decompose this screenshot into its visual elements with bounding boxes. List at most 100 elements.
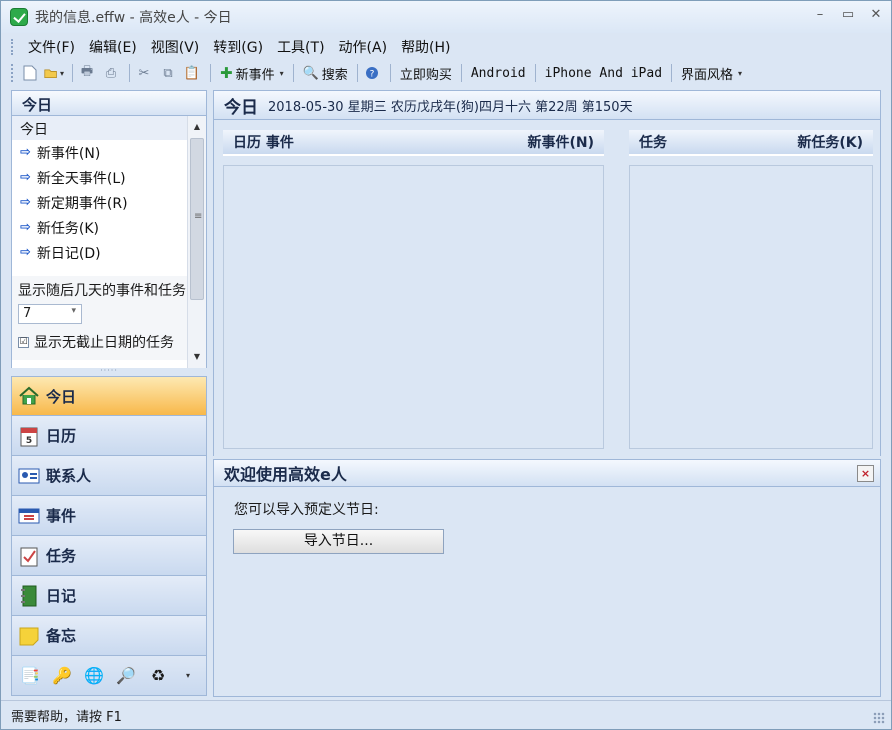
link-new-all-day-event[interactable]: ⇨ 新全天事件(L) [12, 165, 206, 190]
toolbar-grip[interactable] [11, 64, 14, 82]
nav-quick-tray: 📑 🔑 🌐 🔎 ♻ ▾ [11, 656, 207, 696]
contacts-icon [18, 465, 40, 487]
print-preview-icon[interactable]: ⎙ [101, 63, 121, 83]
close-welcome-button[interactable]: × [857, 465, 874, 482]
open-folder-icon[interactable]: ▾ [44, 63, 64, 83]
menu-view[interactable]: 视图(V) [145, 37, 206, 57]
resize-grip[interactable] [873, 712, 885, 724]
scroll-thumb[interactable] [190, 138, 204, 300]
chevron-down-icon: ▾ [279, 68, 284, 78]
chevron-down-icon: ▾ [738, 68, 743, 78]
recycle-icon[interactable]: ♻ [146, 664, 170, 688]
display-options: 显示随后几天的事件和任务 7 ☑ 显示无截止日期的任务 [12, 276, 206, 360]
cut-icon[interactable]: ✂ [134, 63, 154, 83]
scroll-up-icon[interactable]: ▲ [188, 118, 206, 136]
new-file-icon[interactable] [20, 63, 40, 83]
link-new-recurring-event[interactable]: ⇨ 新定期事件(R) [12, 190, 206, 215]
clipboard-icon[interactable]: 📑 [18, 664, 42, 688]
chevron-down-icon[interactable]: ▾ [186, 671, 190, 680]
search-button[interactable]: 🔍 搜索 [298, 64, 353, 83]
tasks-box [629, 165, 873, 449]
title-bar: 我的信息.effw - 高效e人 - 今日 – ▭ ✕ [1, 1, 891, 33]
page-title: 今日 [224, 97, 258, 118]
new-event-button[interactable]: ✚ 新事件 ▾ [215, 64, 289, 83]
maximize-button[interactable]: ▭ [841, 7, 855, 23]
panel-splitter[interactable]: ····· [11, 367, 207, 376]
minimize-button[interactable]: – [813, 7, 827, 23]
svg-text:?: ? [369, 70, 374, 80]
memo-icon [18, 625, 40, 647]
days-label: 显示随后几天的事件和任务 [18, 283, 186, 299]
copy-icon[interactable]: ⧉ [158, 63, 178, 83]
left-scrollbar[interactable]: ▲ ▼ [187, 116, 206, 368]
app-window: 我的信息.effw - 高效e人 - 今日 – ▭ ✕ 文件(F) 编辑(E) … [0, 0, 892, 730]
key-icon[interactable]: 🔑 [50, 664, 74, 688]
iphone-ipad-button[interactable]: iPhone And iPad [540, 66, 667, 81]
import-prompt: 您可以导入预定义节日: [234, 502, 379, 518]
show-undated-row[interactable]: ☑ 显示无截止日期的任务 [12, 332, 188, 352]
days-select[interactable]: 7 [18, 304, 82, 324]
menu-file[interactable]: 文件(F) [22, 37, 81, 57]
nav-calendar[interactable]: 5 日历 [11, 416, 207, 456]
arrow-right-icon: ⇨ [20, 245, 31, 260]
list-item-today[interactable]: 今日 [12, 116, 206, 140]
task-section-header: 任务 新任务(K) [629, 130, 873, 156]
plus-icon: ✚ [220, 64, 233, 82]
left-task-list: 今日 ⇨ 新事件(N) ⇨ 新全天事件(L) ⇨ 新定期事件(R) ⇨ 新任务(K) ⇨… [11, 116, 207, 368]
android-button[interactable]: Android [466, 66, 531, 81]
link-new-event[interactable]: ⇨ 新事件(N) [12, 140, 206, 165]
task-section-title: 任务 [639, 135, 667, 151]
left-panel-header: 今日 [11, 90, 207, 116]
tasks-icon [18, 545, 40, 567]
skin-button[interactable]: 界面风格 ▾ [676, 64, 747, 83]
calendar-icon: 5 [18, 425, 40, 447]
search-icon: 🔍 [302, 65, 319, 81]
close-window-button[interactable]: ✕ [869, 7, 883, 23]
import-holidays-button[interactable]: 导入节日... [233, 529, 444, 554]
welcome-title: 欢迎使用高效e人 [224, 465, 347, 484]
diary-icon [18, 585, 40, 607]
toolbar: ▾ 🖶 ⎙ ✂ ⧉ 📋 ✚ 新事件 ▾ 🔍 搜索 ? 立即购买 Android … [1, 60, 891, 86]
menu-actions[interactable]: 动作(A) [333, 37, 394, 57]
status-bar: 需要帮助，请按 F1 [1, 700, 891, 729]
new-task-link[interactable]: 新任务(K) [797, 132, 863, 152]
arrow-right-icon: ⇨ [20, 145, 31, 160]
link-new-task[interactable]: ⇨ 新任务(K) [12, 215, 206, 240]
window-controls: – ▭ ✕ [813, 7, 883, 23]
nav-diary[interactable]: 日记 [11, 576, 207, 616]
paste-icon[interactable]: 📋 [182, 63, 202, 83]
menu-tools[interactable]: 工具(T) [271, 37, 330, 57]
nav-tasks[interactable]: 任务 [11, 536, 207, 576]
help-icon[interactable]: ? [362, 63, 382, 83]
show-undated-checkbox[interactable]: ☑ [18, 336, 29, 348]
today-body: 日历 事件 新事件(N) 任务 新任务(K) [213, 120, 881, 456]
magnifier-icon[interactable]: 🔎 [114, 664, 138, 688]
nav-memo[interactable]: 备忘 [11, 616, 207, 656]
nav-pane: 今日 5 日历 联系人 事件 任务 日记 备忘 📑 🔑 🌐 🔎 ♻ ▾ [11, 376, 207, 696]
window-title: 我的信息.effw - 高效e人 - 今日 [35, 10, 232, 26]
print-icon[interactable]: 🖶 [77, 63, 97, 83]
scroll-down-icon[interactable]: ▼ [188, 348, 206, 366]
calendar-section-header: 日历 事件 新事件(N) [223, 130, 604, 156]
arrow-right-icon: ⇨ [20, 170, 31, 185]
menu-goto[interactable]: 转到(G) [207, 37, 269, 57]
calendar-events-box [223, 165, 604, 449]
menu-bar: 文件(F) 编辑(E) 视图(V) 转到(G) 工具(T) 动作(A) 帮助(H… [1, 35, 891, 59]
arrow-right-icon: ⇨ [20, 220, 31, 235]
calendar-section-title: 日历 事件 [233, 135, 294, 151]
menu-edit[interactable]: 编辑(E) [83, 37, 143, 57]
status-text: 需要帮助，请按 F1 [11, 709, 122, 725]
menu-help[interactable]: 帮助(H) [395, 37, 456, 57]
welcome-header: 欢迎使用高效e人 × [213, 459, 881, 487]
nav-events[interactable]: 事件 [11, 496, 207, 536]
menubar-grip[interactable] [11, 39, 14, 55]
home-icon [18, 385, 40, 407]
svg-text:5: 5 [26, 436, 32, 446]
new-event-link[interactable]: 新事件(N) [527, 132, 594, 152]
link-new-diary[interactable]: ⇨ 新日记(D) [12, 240, 206, 265]
buy-now-button[interactable]: 立即购买 [395, 64, 457, 83]
nav-today[interactable]: 今日 [11, 376, 207, 416]
app-logo-icon [10, 8, 28, 26]
nav-contacts[interactable]: 联系人 [11, 456, 207, 496]
globe-lock-icon[interactable]: 🌐 [82, 664, 106, 688]
